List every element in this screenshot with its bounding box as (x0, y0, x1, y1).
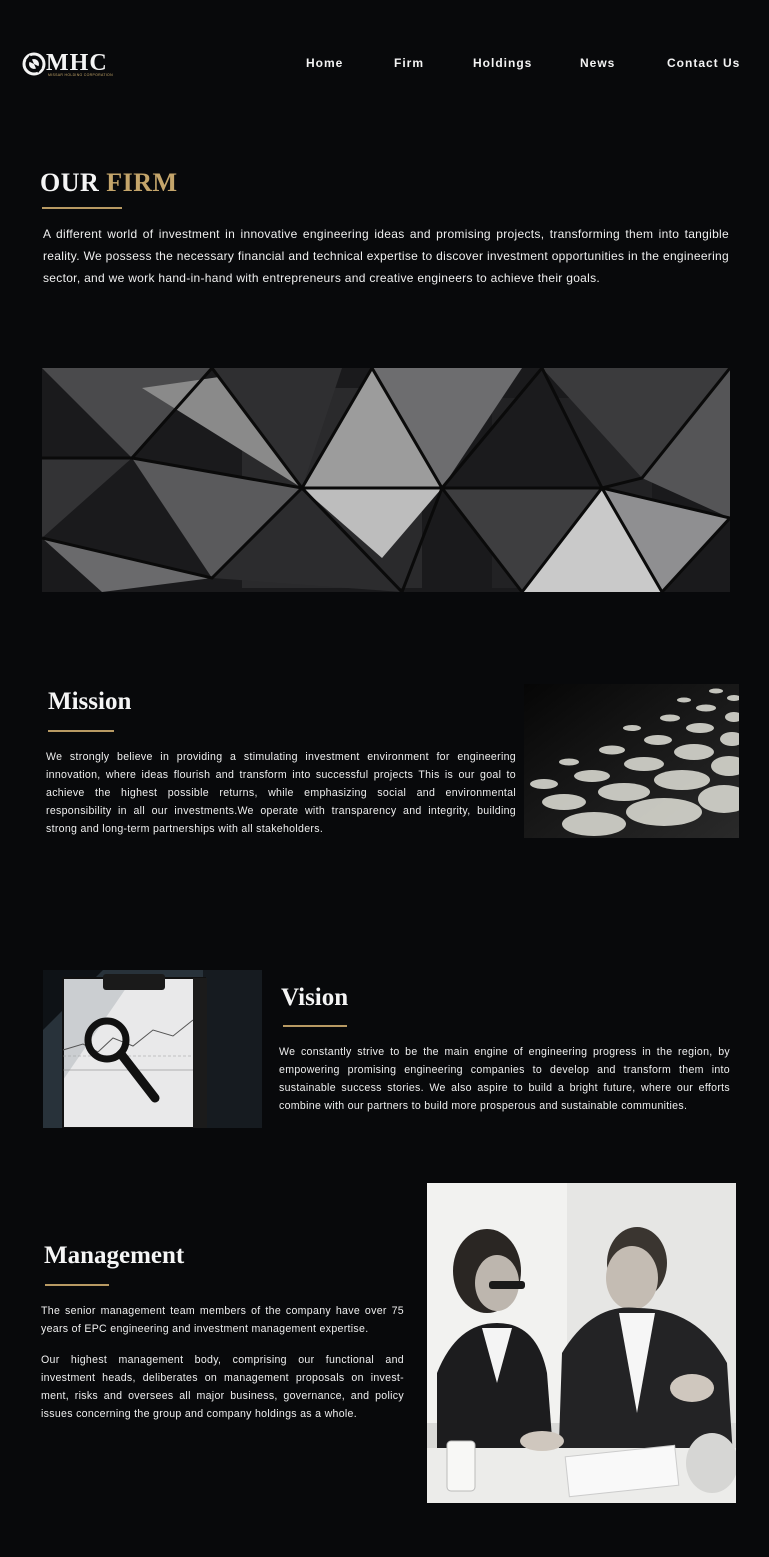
nav-news[interactable]: News (580, 56, 615, 70)
nav-home[interactable]: Home (306, 56, 343, 70)
firm-description: A different world of investment in innov… (43, 227, 729, 285)
firm-title-underline (42, 207, 122, 209)
logo-subtitle: MISSAR HOLDING CORPORATION (48, 73, 113, 77)
firm-title: OUR FIRM (40, 168, 178, 198)
logo-ring-icon (22, 52, 46, 76)
mission-text: We strongly believe in providing a stimu… (46, 751, 516, 835)
management-image (427, 1183, 736, 1503)
vision-image (43, 970, 262, 1128)
management-paragraph-2: Our highest management body, comprising … (41, 1354, 404, 1420)
vision-title: Vision (281, 984, 349, 1011)
mission-image (524, 684, 739, 838)
mission-title: Mission (48, 688, 132, 715)
firm-title-part2: FIRM (106, 168, 178, 197)
vision-text: We constantly strive to be the main engi… (279, 1046, 730, 1112)
management-paragraph-1: The senior management team members of th… (41, 1305, 404, 1335)
management-title-underline (45, 1284, 109, 1286)
firm-hero-image (42, 368, 730, 592)
company-logo[interactable]: MHC MISSAR HOLDING CORPORATION (22, 50, 122, 80)
mission-title-underline (48, 730, 114, 732)
management-title: Management (44, 1242, 185, 1269)
nav-firm[interactable]: Firm (394, 56, 424, 70)
vision-title-underline (283, 1025, 347, 1027)
nav-contact-us[interactable]: Contact Us (667, 56, 740, 70)
nav-holdings[interactable]: Holdings (473, 56, 532, 70)
firm-title-part1: OUR (40, 168, 100, 197)
